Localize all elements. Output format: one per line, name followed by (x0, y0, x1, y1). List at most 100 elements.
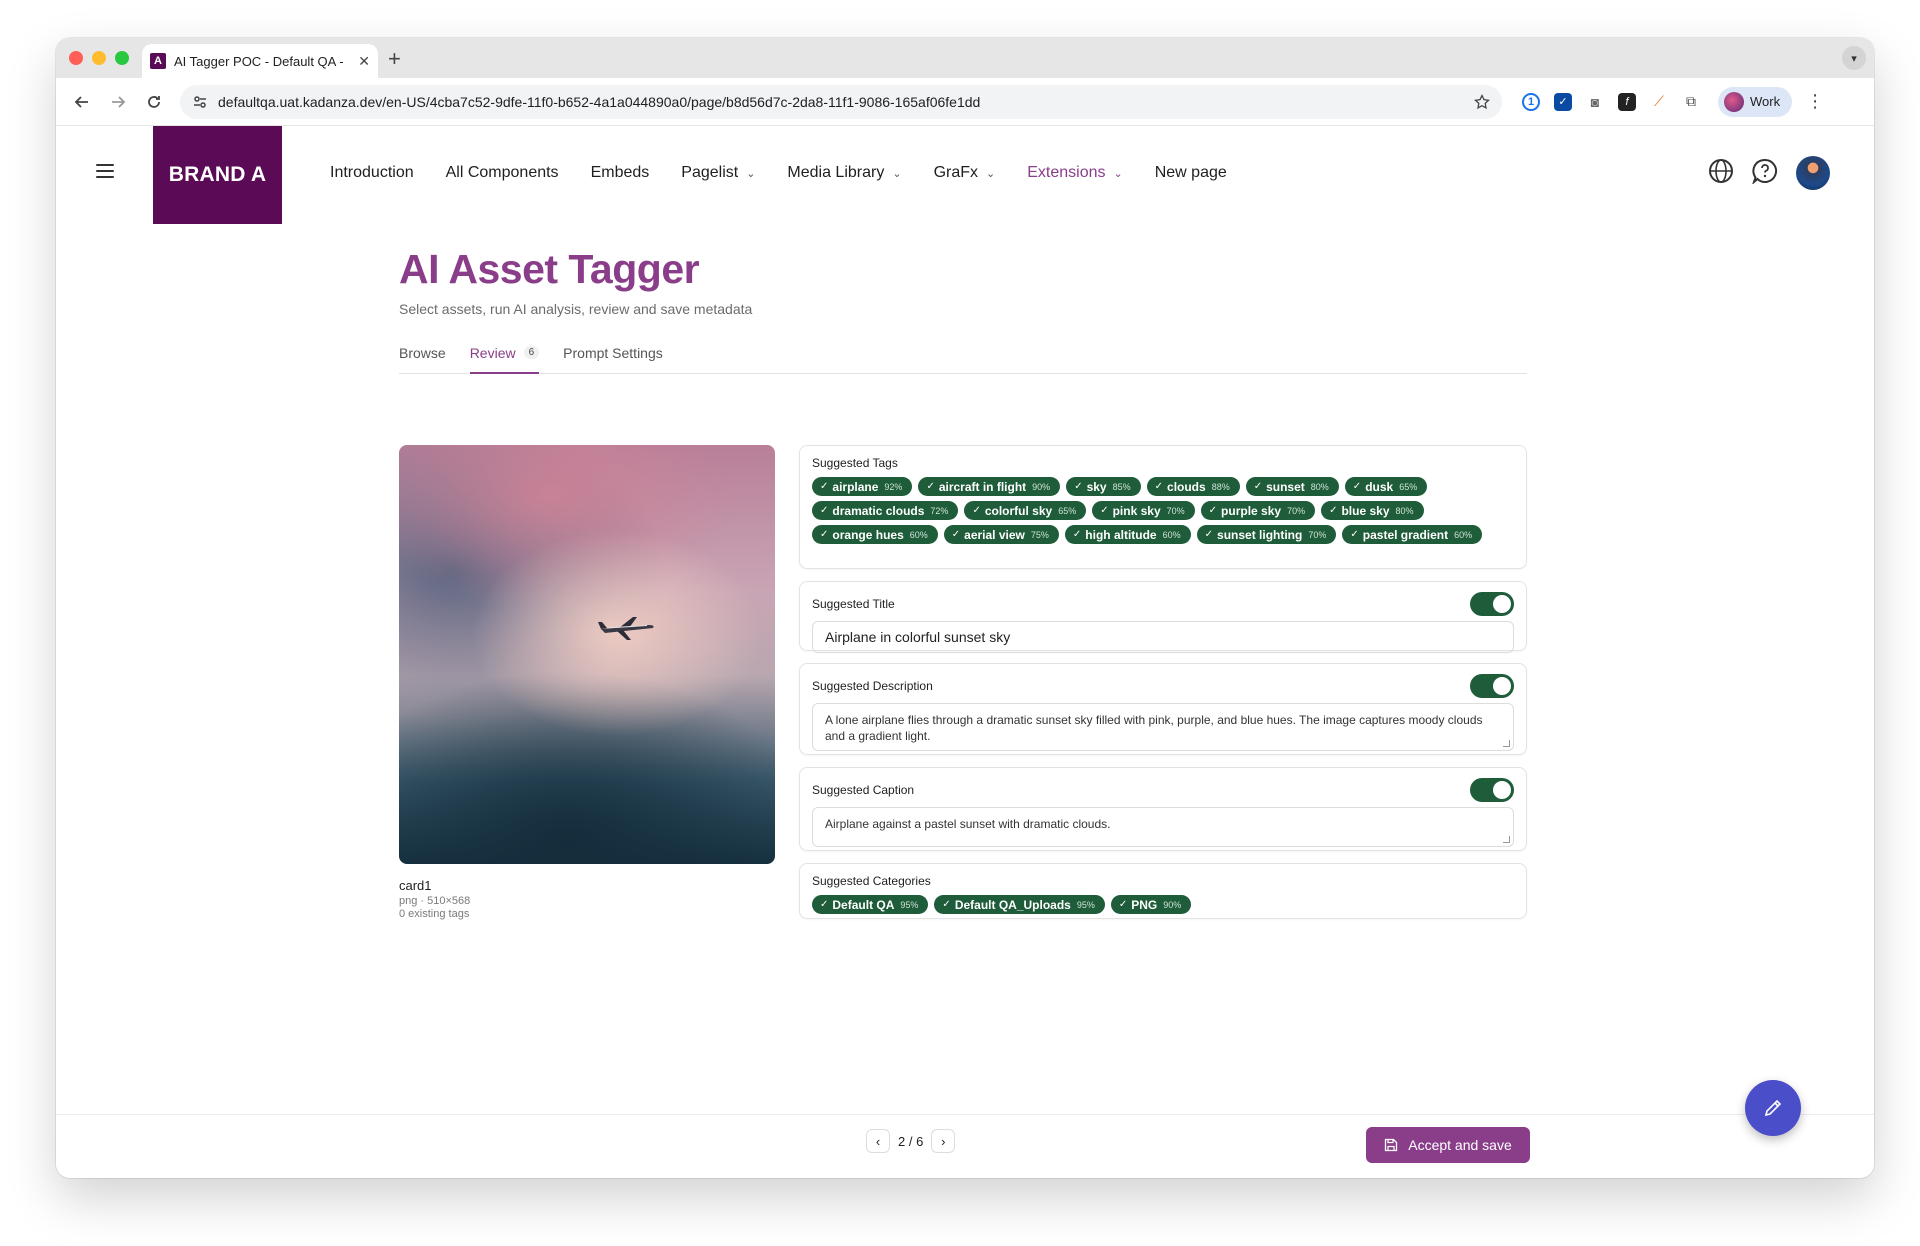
nav-new-page[interactable]: New page (1155, 164, 1227, 182)
nav-introduction[interactable]: Introduction (330, 164, 414, 182)
pencil-icon (1764, 1099, 1782, 1117)
panel-label: Suggested Caption (812, 783, 915, 797)
tab-prompt-settings[interactable]: Prompt Settings (563, 345, 663, 373)
suggestion-chip[interactable]: ✓ sunset lighting 70% (1196, 525, 1337, 544)
suggestion-chip[interactable]: ✓ pastel gradient 60% (1342, 525, 1483, 544)
suggestion-chip[interactable]: ✓ blue sky 80% (1321, 501, 1424, 520)
tab-label: Review (469, 345, 516, 361)
close-window-button[interactable] (69, 51, 83, 65)
suggestion-chip[interactable]: ✓ high altitude 60% (1064, 525, 1191, 544)
description-textarea[interactable]: A lone airplane flies through a dramatic… (812, 703, 1514, 751)
suggestion-chip[interactable]: ✓ Default QA_Uploads 95% (934, 895, 1105, 914)
title-input[interactable]: Airplane in colorful sunset sky (812, 621, 1514, 653)
nav-grafx[interactable]: GraFx ⌄ (934, 164, 996, 182)
save-icon (1385, 1138, 1398, 1152)
chip-confidence: 95% (1076, 899, 1095, 910)
nav-pagelist[interactable]: Pagelist ⌄ (681, 164, 755, 182)
check-icon: ✓ (951, 529, 961, 540)
check-icon: ✓ (1204, 529, 1214, 540)
chip-label: clouds (1167, 479, 1206, 494)
suggestion-chip[interactable]: ✓ PNG 90% (1110, 895, 1192, 914)
site-settings-icon[interactable] (192, 94, 208, 110)
font-extension-icon[interactable]: f (1618, 92, 1636, 111)
panel-label: Suggested Title (812, 597, 895, 611)
brand-logo[interactable]: BRAND A (153, 126, 282, 224)
chip-confidence: 85% (1112, 481, 1131, 492)
password-manager-icon[interactable]: 1 (1522, 92, 1540, 111)
suggestion-chip[interactable]: ✓ orange hues 60% (812, 525, 938, 544)
checkmark-extension-icon[interactable]: ✓ (1554, 92, 1572, 111)
previous-page-button[interactable]: ‹ (866, 1129, 890, 1153)
nav-label: All Components (445, 164, 559, 181)
nav-embeds[interactable]: Embeds (591, 164, 650, 182)
description-toggle[interactable] (1470, 674, 1514, 698)
suggestion-chip[interactable]: ✓ dramatic clouds 72% (812, 501, 959, 520)
suggestion-chip[interactable]: ✓ pink sky 70% (1092, 501, 1195, 520)
header-actions (1708, 156, 1830, 190)
address-bar[interactable]: defaultqa.uat.kadanza.dev/en-US/4cba7c52… (180, 84, 1502, 119)
suggestion-chip[interactable]: ✓ purple sky 70% (1200, 501, 1316, 520)
minimize-window-button[interactable] (92, 51, 106, 65)
title-toggle[interactable] (1470, 592, 1514, 616)
tab-browse[interactable]: Browse (399, 345, 446, 373)
browser-menu-icon[interactable]: ⋮ (1806, 91, 1824, 112)
camera-icon[interactable]: ◙ (1586, 92, 1604, 111)
chip-confidence: 90% (1163, 899, 1182, 910)
caption-textarea[interactable]: Airplane against a pastel sunset with dr… (812, 807, 1514, 847)
hamburger-menu-icon[interactable] (96, 164, 114, 182)
nav-all-components[interactable]: All Components (446, 164, 559, 182)
panel-label: Suggested Categories (812, 874, 931, 888)
back-arrow-icon[interactable] (66, 86, 98, 118)
tab-search-chevron-icon[interactable]: ▾ (1842, 46, 1866, 70)
suggestion-chip[interactable]: ✓ aerial view 75% (943, 525, 1059, 544)
user-avatar[interactable] (1796, 156, 1830, 190)
bookmark-star-icon[interactable] (1474, 93, 1490, 110)
nav-media-library[interactable]: Media Library ⌄ (787, 164, 901, 182)
tab-label: Prompt Settings (563, 345, 663, 361)
nav-label: Embeds (590, 164, 650, 181)
globe-icon[interactable] (1708, 158, 1734, 189)
accept-and-save-button[interactable]: Accept and save (1366, 1127, 1530, 1163)
url-text[interactable]: defaultqa.uat.kadanza.dev/en-US/4cba7c52… (218, 94, 1464, 110)
panel-label: Suggested Tags (812, 456, 898, 470)
suggestion-chip[interactable]: ✓ clouds 88% (1146, 477, 1240, 496)
suggestion-chip[interactable]: ✓ aircraft in flight 90% (918, 477, 1061, 496)
review-footer: ‹ 2 / 6 › Accept and save (56, 1114, 1874, 1178)
chip-label: sunset (1266, 479, 1305, 494)
color-picker-icon[interactable]: ⟋ (1650, 92, 1668, 111)
suggestion-chip[interactable]: ✓ colorful sky 65% (964, 501, 1087, 520)
check-icon: ✓ (1100, 505, 1109, 516)
browser-tab[interactable]: A AI Tagger POC - Default QA - ✕ (142, 44, 378, 78)
forward-arrow-icon[interactable] (102, 86, 134, 118)
tab-strip: A AI Tagger POC - Default QA - ✕ + ▾ (56, 38, 1874, 78)
profile-label: Work (1750, 94, 1781, 109)
close-tab-icon[interactable]: ✕ (358, 53, 370, 70)
asset-name: card1 (399, 878, 432, 893)
chip-label: dusk (1365, 479, 1394, 494)
new-tab-button[interactable]: + (388, 46, 401, 72)
extensions-puzzle-icon[interactable]: ⧉ (1682, 92, 1700, 111)
suggested-description-panel: Suggested Description A lone airplane fl… (799, 663, 1527, 755)
extensions-row: 1 ✓ ◙ f ⟋ ⧉ (1522, 92, 1700, 111)
profile-button[interactable]: Work (1718, 86, 1793, 117)
caption-toggle[interactable] (1470, 778, 1514, 802)
help-icon[interactable] (1751, 158, 1778, 189)
suggestion-chip[interactable]: ✓ sky 85% (1066, 477, 1141, 496)
chip-label: airplane (832, 479, 879, 494)
page-title: AI Asset Tagger (399, 246, 700, 292)
tab-review[interactable]: Review 6 (469, 345, 540, 374)
suggestion-chip[interactable]: ✓ Default QA 95% (812, 895, 929, 914)
browser-window: A AI Tagger POC - Default QA - ✕ + ▾ def… (56, 38, 1874, 1178)
chip-label: aerial view (964, 527, 1025, 542)
nav-extensions[interactable]: Extensions ⌄ (1027, 164, 1122, 182)
suggestion-chip[interactable]: ✓ dusk 65% (1344, 477, 1428, 496)
suggestion-chip[interactable]: ✓ sunset 80% (1245, 477, 1339, 496)
chip-confidence: 72% (930, 505, 949, 516)
pager: ‹ 2 / 6 › (866, 1129, 956, 1153)
edit-pencil-button[interactable] (1745, 1080, 1801, 1136)
reload-icon[interactable] (138, 86, 170, 118)
next-page-button[interactable]: › (931, 1129, 956, 1153)
maximize-window-button[interactable] (115, 51, 129, 65)
suggestion-chip[interactable]: ✓ airplane 92% (812, 477, 913, 496)
window-controls (69, 51, 129, 65)
